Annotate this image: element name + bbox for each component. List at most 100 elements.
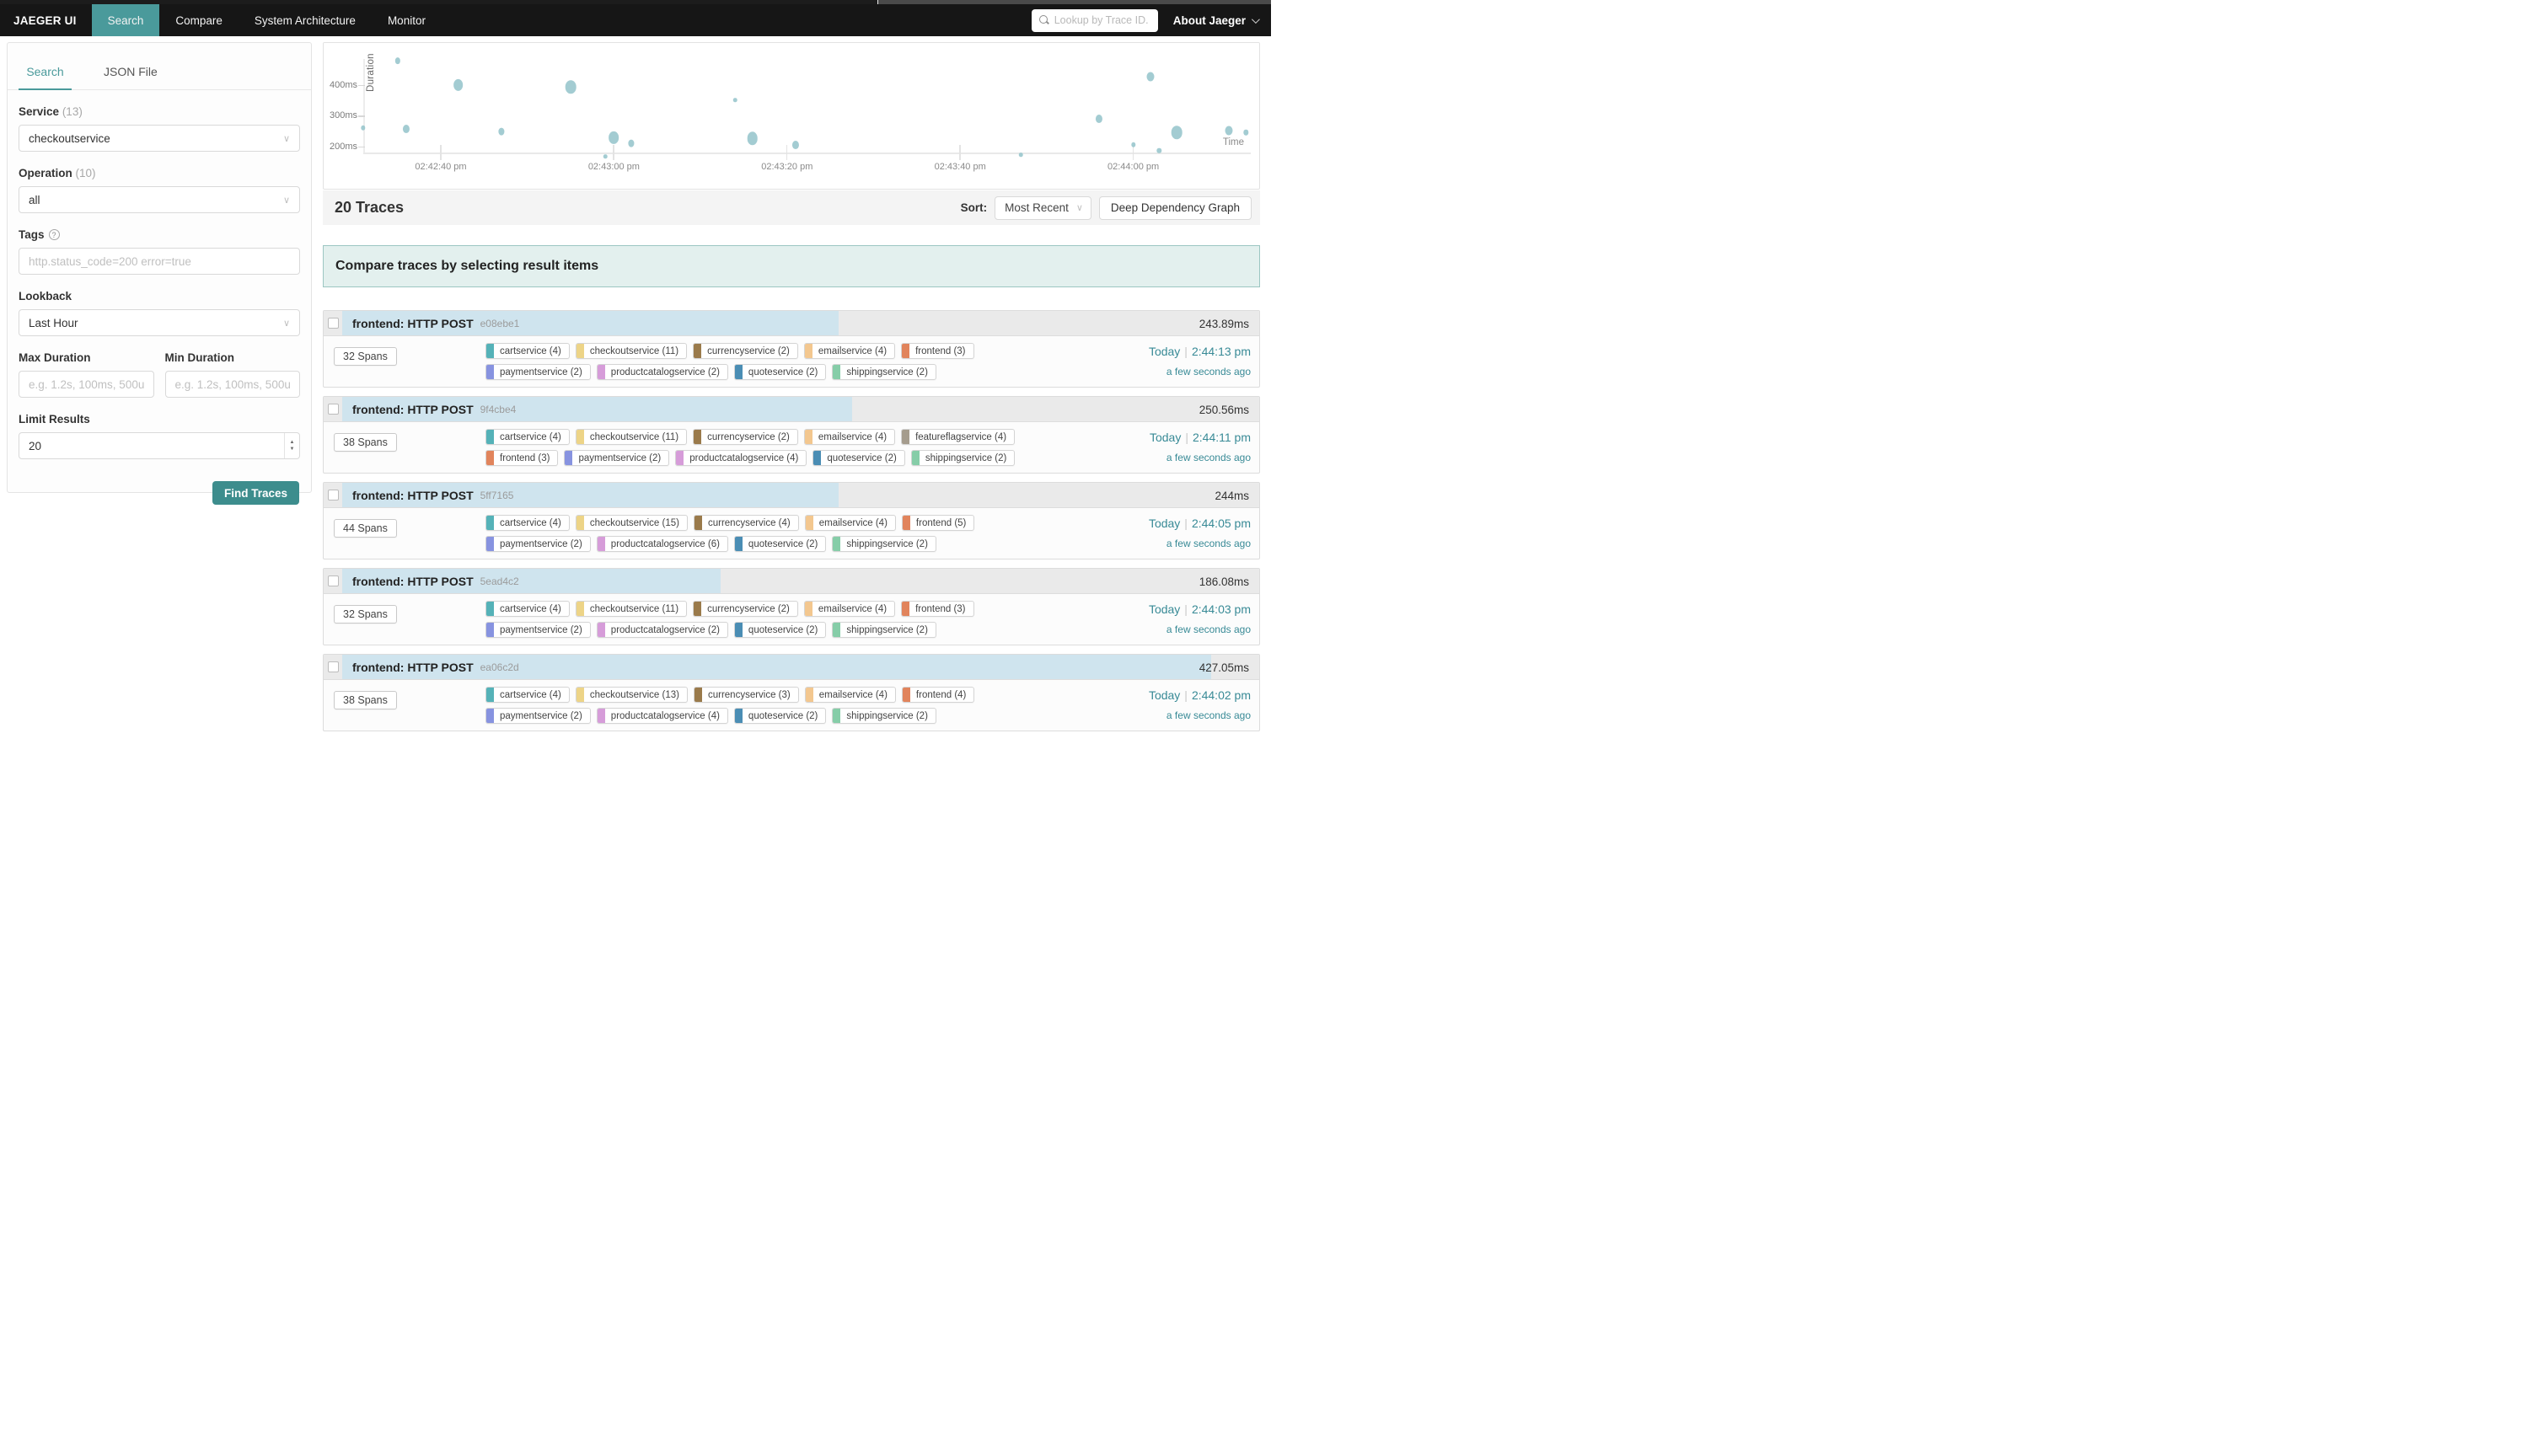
trace-select-checkbox[interactable] [328,404,339,415]
service-tag-cartservice[interactable]: cartservice (4) [485,601,570,617]
service-tag-cartservice[interactable]: cartservice (4) [485,343,570,359]
trace-scatter-point[interactable] [566,81,577,94]
trace-scatter-point[interactable] [1243,130,1247,136]
service-tag-paymentservice[interactable]: paymentservice (2) [485,364,591,380]
trace-scatter-point[interactable] [453,79,464,91]
service-tag-checkoutservice[interactable]: checkoutservice (11) [576,343,687,359]
operation-select[interactable]: all ∨ [19,186,300,213]
service-tag-frontend[interactable]: frontend (3) [901,343,973,359]
trace-scatter-point[interactable] [1131,142,1135,147]
tab-json-file[interactable]: JSON File [104,58,158,89]
trace-scatter-point[interactable] [498,128,504,136]
trace-select-checkbox[interactable] [328,575,339,586]
trace-scatter-point[interactable] [361,125,365,131]
service-tag-paymentservice[interactable]: paymentservice (2) [564,450,669,466]
service-tag-frontend[interactable]: frontend (5) [902,515,974,531]
service-tag-currencyservice[interactable]: currencyservice (2) [693,343,798,359]
trace-scatter-point[interactable] [1172,126,1183,139]
trace-scatter-point[interactable] [603,154,608,159]
trace-result-card[interactable]: frontend: HTTP POSTe08ebe1243.89ms32 Spa… [323,310,1260,388]
trace-scatter-point[interactable] [1095,115,1102,123]
trace-scatter-point[interactable] [1147,72,1155,81]
service-tag-emailservice[interactable]: emailservice (4) [805,687,896,703]
trace-card-header[interactable]: frontend: HTTP POSTe08ebe1243.89ms [324,311,1259,336]
service-tag-frontend[interactable]: frontend (3) [485,450,558,466]
nav-item-system-architecture[interactable]: System Architecture [239,4,372,36]
service-tag-cartservice[interactable]: cartservice (4) [485,515,570,531]
trace-result-card[interactable]: frontend: HTTP POST9f4cbe4250.56ms38 Spa… [323,396,1260,474]
service-tag-frontend[interactable]: frontend (4) [902,687,974,703]
service-tag-cartservice[interactable]: cartservice (4) [485,429,570,445]
trace-lookup-input[interactable] [1054,14,1149,26]
service-tag-currencyservice[interactable]: currencyservice (4) [694,515,799,531]
trace-scatter-point[interactable] [394,58,400,65]
find-traces-button[interactable]: Find Traces [212,481,299,505]
trace-result-card[interactable]: frontend: HTTP POSTea06c2d427.05ms38 Spa… [323,654,1260,731]
trace-card-header[interactable]: frontend: HTTP POST5ff7165244ms [324,483,1259,508]
trace-scatter-point[interactable] [1019,153,1023,158]
service-tag-shippingservice[interactable]: shippingservice (2) [832,622,936,638]
trace-scatter-point[interactable] [609,131,619,143]
trace-select-checkbox[interactable] [328,661,339,672]
service-tag-currencyservice[interactable]: currencyservice (2) [693,601,798,617]
service-tag-checkoutservice[interactable]: checkoutservice (11) [576,601,687,617]
sort-select[interactable]: Most Recent ∨ [995,196,1091,220]
trace-select-checkbox[interactable] [328,318,339,329]
about-jaeger-menu[interactable]: About Jaeger [1173,14,1258,27]
service-tag-frontend[interactable]: frontend (3) [901,601,973,617]
trace-select-checkbox[interactable] [328,490,339,500]
deep-dependency-graph-button[interactable]: Deep Dependency Graph [1099,196,1252,220]
trace-scatter-point[interactable] [1157,147,1161,153]
trace-scatter-point[interactable] [733,98,737,103]
service-tag-checkoutservice[interactable]: checkoutservice (13) [576,687,688,703]
trace-scatter-point[interactable] [747,132,758,145]
trace-scatter-point[interactable] [1225,126,1232,136]
max-duration-input[interactable] [19,371,154,398]
trace-card-header[interactable]: frontend: HTTP POST5ead4c2186.08ms [324,569,1259,594]
tab-search[interactable]: Search [19,58,72,90]
trace-scatter-point[interactable] [792,141,799,149]
service-tag-shippingservice[interactable]: shippingservice (2) [832,708,936,724]
service-tag-productcatalogservice[interactable]: productcatalogservice (2) [597,364,728,380]
trace-card-header[interactable]: frontend: HTTP POST9f4cbe4250.56ms [324,397,1259,422]
lookback-select[interactable]: Last Hour ∨ [19,309,300,336]
service-tag-quoteservice[interactable]: quoteservice (2) [734,622,826,638]
help-circle-icon[interactable]: ? [49,229,60,240]
service-tag-productcatalogservice[interactable]: productcatalogservice (6) [597,536,728,552]
service-tag-productcatalogservice[interactable]: productcatalogservice (4) [597,708,728,724]
service-tag-currencyservice[interactable]: currencyservice (2) [693,429,798,445]
stepper-up-icon[interactable]: ▲ [290,440,295,445]
service-tag-productcatalogservice[interactable]: productcatalogservice (2) [597,622,728,638]
service-tag-cartservice[interactable]: cartservice (4) [485,687,570,703]
service-tag-shippingservice[interactable]: shippingservice (2) [832,364,936,380]
nav-item-monitor[interactable]: Monitor [372,4,442,36]
service-tag-emailservice[interactable]: emailservice (4) [804,429,895,445]
trace-result-card[interactable]: frontend: HTTP POST5ead4c2186.08ms32 Spa… [323,568,1260,645]
trace-result-card[interactable]: frontend: HTTP POST5ff7165244ms44 Spansc… [323,482,1260,559]
service-tag-emailservice[interactable]: emailservice (4) [804,601,895,617]
trace-scatter-point[interactable] [403,125,410,133]
service-select[interactable]: checkoutservice ∨ [19,125,300,152]
service-tag-featureflagservice[interactable]: featureflagservice (4) [901,429,1015,445]
service-tag-shippingservice[interactable]: shippingservice (2) [911,450,1016,466]
service-tag-checkoutservice[interactable]: checkoutservice (11) [576,429,687,445]
service-tag-currencyservice[interactable]: currencyservice (3) [694,687,799,703]
service-tag-quoteservice[interactable]: quoteservice (2) [734,708,826,724]
stepper-down-icon[interactable]: ▼ [290,447,295,452]
service-tag-emailservice[interactable]: emailservice (4) [805,515,896,531]
service-tag-quoteservice[interactable]: quoteservice (2) [812,450,904,466]
service-tag-emailservice[interactable]: emailservice (4) [804,343,895,359]
min-duration-input[interactable] [165,371,301,398]
service-tag-productcatalogservice[interactable]: productcatalogservice (4) [675,450,807,466]
service-tag-quoteservice[interactable]: quoteservice (2) [734,364,826,380]
service-tag-shippingservice[interactable]: shippingservice (2) [832,536,936,552]
nav-item-compare[interactable]: Compare [159,4,239,36]
trace-card-header[interactable]: frontend: HTTP POSTea06c2d427.05ms [324,655,1259,680]
service-tag-paymentservice[interactable]: paymentservice (2) [485,622,591,638]
nav-item-search[interactable]: Search [92,4,160,36]
number-stepper[interactable]: ▲ ▼ [284,433,299,458]
service-tag-checkoutservice[interactable]: checkoutservice (15) [576,515,688,531]
limit-results-input[interactable] [19,432,300,459]
service-tag-paymentservice[interactable]: paymentservice (2) [485,708,591,724]
service-tag-quoteservice[interactable]: quoteservice (2) [734,536,826,552]
